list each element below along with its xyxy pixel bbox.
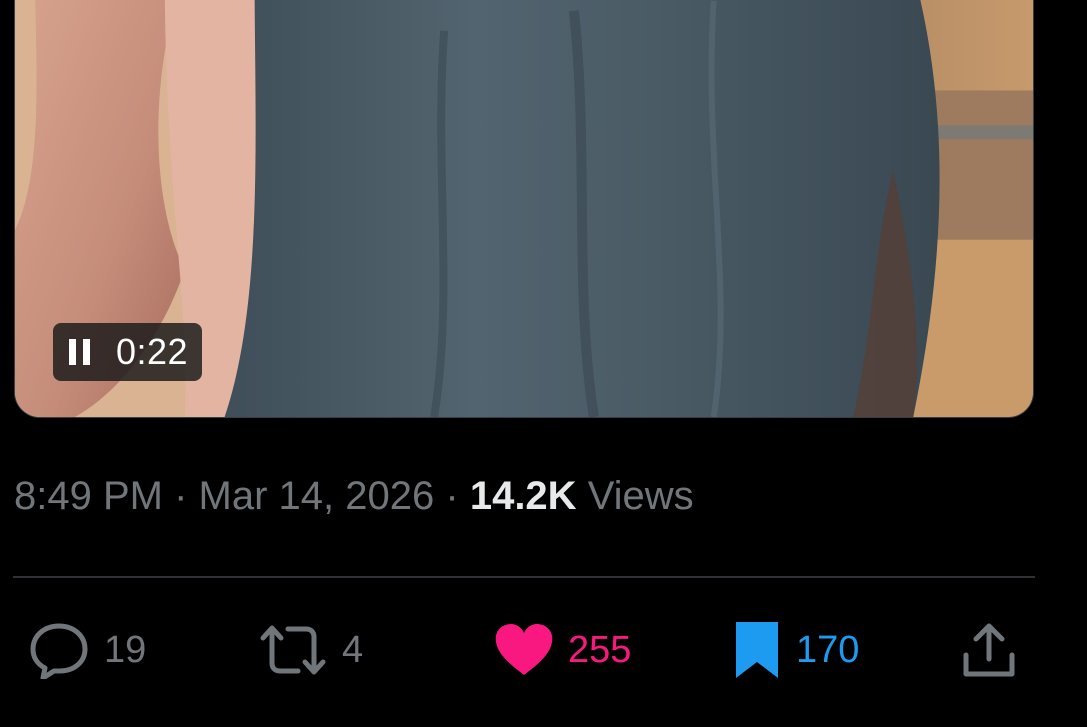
share-button[interactable] [960, 620, 1018, 680]
meta-separator: · [174, 474, 188, 518]
like-count: 255 [568, 628, 632, 671]
reply-button[interactable]: 19 [28, 620, 146, 680]
video-controls[interactable]: 0:22 [53, 323, 203, 381]
share-icon [963, 623, 1015, 677]
repost-icon [260, 625, 326, 675]
video-player[interactable]: 0:22 [14, 0, 1034, 418]
meta-separator: · [445, 474, 459, 518]
views-label: Views [587, 474, 694, 518]
tweet-date[interactable]: Mar 14, 2026 [199, 474, 435, 518]
repost-button[interactable]: 4 [258, 620, 363, 680]
video-time: 0:22 [116, 331, 189, 372]
repost-count: 4 [342, 628, 364, 671]
reply-icon [30, 623, 88, 679]
heart-icon [495, 624, 553, 675]
tweet-time[interactable]: 8:49 PM [14, 474, 163, 518]
like-button[interactable]: 255 [494, 620, 631, 680]
bookmark-icon [736, 622, 778, 678]
bookmark-count: 170 [796, 628, 860, 671]
views-count: 14.2K [469, 474, 577, 518]
tweet-meta: 8:49 PM · Mar 14, 2026 · 14.2K Views [14, 474, 694, 519]
pause-icon[interactable] [69, 338, 90, 366]
reply-count: 19 [104, 628, 147, 671]
bookmark-button[interactable]: 170 [732, 620, 859, 680]
tweet-detail: 0:22 8:49 PM · Mar 14, 2026 · 14.2K View… [0, 0, 1087, 727]
divider [13, 576, 1035, 578]
